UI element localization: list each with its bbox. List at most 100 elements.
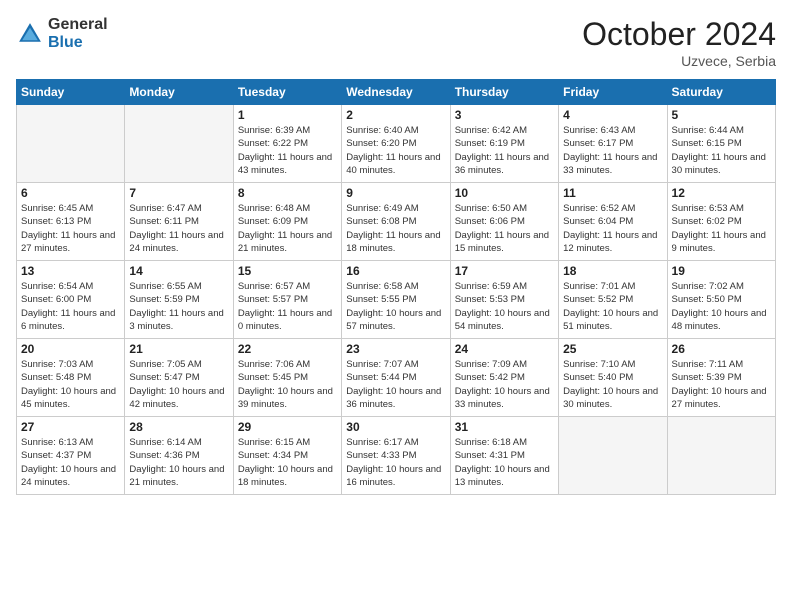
day-info: Sunrise: 6:14 AMSunset: 4:36 PMDaylight:… [129, 436, 228, 489]
day-info: Sunrise: 6:47 AMSunset: 6:11 PMDaylight:… [129, 202, 228, 255]
day-number: 4 [563, 108, 662, 122]
header-row: SundayMondayTuesdayWednesdayThursdayFrid… [17, 80, 776, 105]
day-number: 24 [455, 342, 554, 356]
day-number: 21 [129, 342, 228, 356]
day-info: Sunrise: 6:45 AMSunset: 6:13 PMDaylight:… [21, 202, 120, 255]
day-info: Sunrise: 6:55 AMSunset: 5:59 PMDaylight:… [129, 280, 228, 333]
day-info: Sunrise: 6:50 AMSunset: 6:06 PMDaylight:… [455, 202, 554, 255]
day-number: 1 [238, 108, 337, 122]
calendar-cell: 25 Sunrise: 7:10 AMSunset: 5:40 PMDayligh… [559, 339, 667, 417]
weekday-header: Tuesday [233, 80, 341, 105]
day-info: Sunrise: 6:54 AMSunset: 6:00 PMDaylight:… [21, 280, 120, 333]
day-info: Sunrise: 6:13 AMSunset: 4:37 PMDaylight:… [21, 436, 120, 489]
day-info: Sunrise: 7:01 AMSunset: 5:52 PMDaylight:… [563, 280, 662, 333]
calendar-cell: 17Sunrise: 6:59 AMSunset: 5:53 PMDayligh… [450, 261, 558, 339]
day-number: 28 [129, 420, 228, 434]
calendar-cell: 9 Sunrise: 6:49 AMSunset: 6:08 PMDaylight… [342, 183, 450, 261]
calendar-cell: 10Sunrise: 6:50 AMSunset: 6:06 PMDayligh… [450, 183, 558, 261]
day-number: 5 [672, 108, 771, 122]
calendar-cell: 19 Sunrise: 7:02 AMSunset: 5:50 PMDayligh… [667, 261, 775, 339]
day-info: Sunrise: 7:02 AMSunset: 5:50 PMDaylight:… [672, 280, 771, 333]
calendar-cell: 28 Sunrise: 6:14 AMSunset: 4:36 PMDayligh… [125, 417, 233, 495]
month-title: October 2024 [582, 16, 776, 53]
logo-icon [16, 20, 44, 48]
day-number: 31 [455, 420, 554, 434]
calendar-cell: 22 Sunrise: 7:06 AMSunset: 5:45 PMDayligh… [233, 339, 341, 417]
day-info: Sunrise: 7:10 AMSunset: 5:40 PMDaylight:… [563, 358, 662, 411]
day-number: 13 [21, 264, 120, 278]
calendar-row: 27 Sunrise: 6:13 AMSunset: 4:37 PMDayligh… [17, 417, 776, 495]
calendar-cell: 2 Sunrise: 6:40 AMSunset: 6:20 PMDaylight… [342, 105, 450, 183]
calendar-cell: 30Sunrise: 6:17 AMSunset: 4:33 PMDayligh… [342, 417, 450, 495]
day-number: 8 [238, 186, 337, 200]
day-number: 20 [21, 342, 120, 356]
day-info: Sunrise: 7:09 AMSunset: 5:42 PMDaylight:… [455, 358, 554, 411]
weekday-header: Sunday [17, 80, 125, 105]
calendar-cell [17, 105, 125, 183]
calendar-container: General Blue October 2024 Uzvece, Serbia… [0, 0, 792, 612]
calendar-cell: 23Sunrise: 7:07 AMSunset: 5:44 PMDayligh… [342, 339, 450, 417]
weekday-header: Thursday [450, 80, 558, 105]
day-info: Sunrise: 7:06 AMSunset: 5:45 PMDaylight:… [238, 358, 337, 411]
day-info: Sunrise: 7:03 AMSunset: 5:48 PMDaylight:… [21, 358, 120, 411]
calendar-cell [667, 417, 775, 495]
calendar-cell: 3Sunrise: 6:42 AMSunset: 6:19 PMDaylight… [450, 105, 558, 183]
day-number: 19 [672, 264, 771, 278]
weekday-header: Friday [559, 80, 667, 105]
calendar-row: 6 Sunrise: 6:45 AMSunset: 6:13 PMDaylight… [17, 183, 776, 261]
calendar-cell: 12Sunrise: 6:53 AMSunset: 6:02 PMDayligh… [667, 183, 775, 261]
weekday-header: Saturday [667, 80, 775, 105]
day-number: 6 [21, 186, 120, 200]
day-info: Sunrise: 6:42 AMSunset: 6:19 PMDaylight:… [455, 124, 554, 177]
logo-blue: Blue [48, 34, 108, 52]
calendar-cell: 27 Sunrise: 6:13 AMSunset: 4:37 PMDayligh… [17, 417, 125, 495]
calendar-cell: 1 Sunrise: 6:39 AMSunset: 6:22 PMDaylight… [233, 105, 341, 183]
logo-general: General [48, 16, 108, 34]
calendar-table: SundayMondayTuesdayWednesdayThursdayFrid… [16, 79, 776, 495]
day-number: 18 [563, 264, 662, 278]
day-info: Sunrise: 6:40 AMSunset: 6:20 PMDaylight:… [346, 124, 445, 177]
day-number: 16 [346, 264, 445, 278]
day-info: Sunrise: 6:49 AMSunset: 6:08 PMDaylight:… [346, 202, 445, 255]
day-number: 2 [346, 108, 445, 122]
calendar-cell: 16 Sunrise: 6:58 AMSunset: 5:55 PMDayligh… [342, 261, 450, 339]
day-info: Sunrise: 7:05 AMSunset: 5:47 PMDaylight:… [129, 358, 228, 411]
calendar-cell: 7 Sunrise: 6:47 AMSunset: 6:11 PMDaylight… [125, 183, 233, 261]
calendar-cell [125, 105, 233, 183]
day-info: Sunrise: 6:58 AMSunset: 5:55 PMDaylight:… [346, 280, 445, 333]
day-info: Sunrise: 6:59 AMSunset: 5:53 PMDaylight:… [455, 280, 554, 333]
day-number: 22 [238, 342, 337, 356]
day-info: Sunrise: 6:39 AMSunset: 6:22 PMDaylight:… [238, 124, 337, 177]
calendar-cell: 18 Sunrise: 7:01 AMSunset: 5:52 PMDayligh… [559, 261, 667, 339]
day-info: Sunrise: 6:52 AMSunset: 6:04 PMDaylight:… [563, 202, 662, 255]
calendar-cell: 21 Sunrise: 7:05 AMSunset: 5:47 PMDayligh… [125, 339, 233, 417]
day-info: Sunrise: 6:15 AMSunset: 4:34 PMDaylight:… [238, 436, 337, 489]
day-info: Sunrise: 6:17 AMSunset: 4:33 PMDaylight:… [346, 436, 445, 489]
calendar-cell: 11 Sunrise: 6:52 AMSunset: 6:04 PMDayligh… [559, 183, 667, 261]
logo: General Blue [16, 16, 108, 51]
day-number: 15 [238, 264, 337, 278]
title-block: October 2024 Uzvece, Serbia [582, 16, 776, 69]
calendar-cell: 8 Sunrise: 6:48 AMSunset: 6:09 PMDaylight… [233, 183, 341, 261]
day-number: 27 [21, 420, 120, 434]
calendar-row: 1 Sunrise: 6:39 AMSunset: 6:22 PMDaylight… [17, 105, 776, 183]
day-number: 9 [346, 186, 445, 200]
day-info: Sunrise: 6:44 AMSunset: 6:15 PMDaylight:… [672, 124, 771, 177]
calendar-row: 20 Sunrise: 7:03 AMSunset: 5:48 PMDayligh… [17, 339, 776, 417]
calendar-cell [559, 417, 667, 495]
day-number: 26 [672, 342, 771, 356]
day-number: 14 [129, 264, 228, 278]
calendar-cell: 13 Sunrise: 6:54 AMSunset: 6:00 PMDayligh… [17, 261, 125, 339]
calendar-cell: 6 Sunrise: 6:45 AMSunset: 6:13 PMDaylight… [17, 183, 125, 261]
day-number: 25 [563, 342, 662, 356]
day-info: Sunrise: 6:18 AMSunset: 4:31 PMDaylight:… [455, 436, 554, 489]
calendar-cell: 26 Sunrise: 7:11 AMSunset: 5:39 PMDayligh… [667, 339, 775, 417]
day-number: 11 [563, 186, 662, 200]
day-info: Sunrise: 6:53 AMSunset: 6:02 PMDaylight:… [672, 202, 771, 255]
day-info: Sunrise: 6:48 AMSunset: 6:09 PMDaylight:… [238, 202, 337, 255]
calendar-cell: 15Sunrise: 6:57 AMSunset: 5:57 PMDayligh… [233, 261, 341, 339]
weekday-header: Monday [125, 80, 233, 105]
day-number: 7 [129, 186, 228, 200]
calendar-cell: 29Sunrise: 6:15 AMSunset: 4:34 PMDayligh… [233, 417, 341, 495]
day-info: Sunrise: 7:11 AMSunset: 5:39 PMDaylight:… [672, 358, 771, 411]
